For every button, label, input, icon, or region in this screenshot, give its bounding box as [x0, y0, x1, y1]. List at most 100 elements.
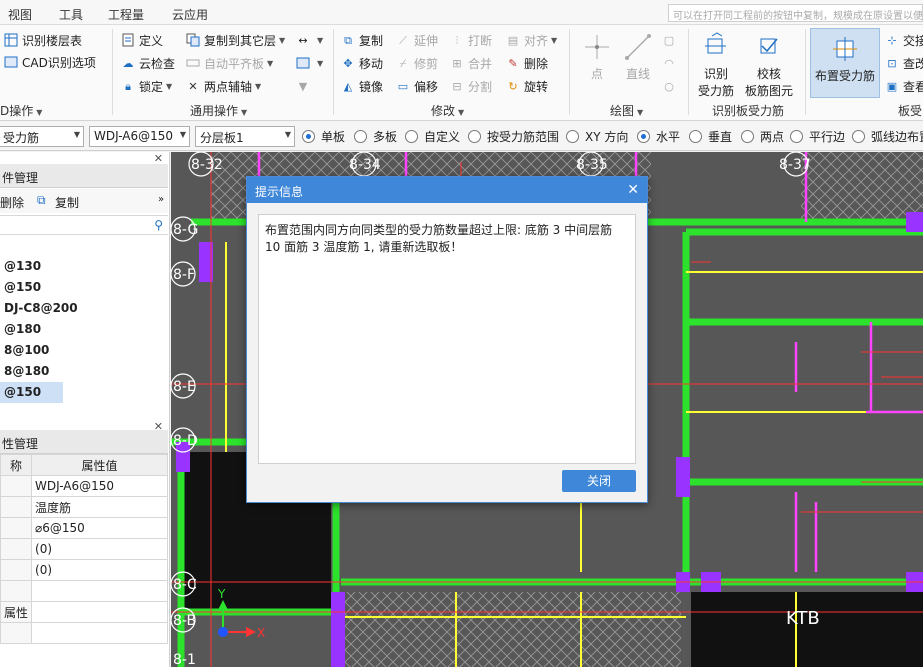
menu-tools[interactable]: 工具	[59, 6, 83, 23]
cloud-check-button[interactable]: ☁ 云检查	[121, 53, 176, 73]
close-icon[interactable]: ✕	[627, 182, 639, 198]
draw-point-button[interactable]: 点	[580, 33, 614, 83]
dimension-toggle-button[interactable]: ↔ ▼	[296, 30, 323, 50]
chevron-down-icon: ▼	[179, 130, 186, 139]
merge-button[interactable]: ⊞ 合并	[450, 53, 492, 73]
component-search-input[interactable]: ⚲	[0, 215, 168, 235]
copy-to-other-floor-button[interactable]: 复制到其它层 ▼	[186, 30, 285, 50]
radio-indicator	[468, 130, 481, 143]
menu-cloud[interactable]: 云应用	[172, 6, 208, 23]
layer-select[interactable]: 分层板1 ▼	[195, 126, 295, 147]
view-icon: ▣	[886, 79, 898, 93]
radio-arc-edge[interactable]: 弧线边布置	[852, 128, 923, 145]
info-dialog: 提示信息 ✕ 布置范围内同方向同类型的受力筋数量超过上限: 底筋 3 中间层筋 …	[246, 176, 648, 503]
two-point-axis-button[interactable]: ✕ 两点辅轴 ▼	[186, 76, 261, 96]
cross-rebar-button[interactable]: ⊹ 交接	[885, 30, 923, 50]
property-panel-title: 性管理	[0, 430, 168, 454]
layer-view-button[interactable]: ▼	[296, 53, 323, 73]
table-row[interactable]: WDJ-A6@150	[0, 475, 168, 497]
cad-options-button[interactable]: CAD识别选项	[4, 52, 96, 72]
table-row[interactable]: 温度筋	[0, 496, 168, 518]
table-row[interactable]	[0, 622, 168, 644]
align-button[interactable]: ▤ 对齐 ▼	[506, 30, 557, 50]
radio-indicator	[637, 130, 650, 143]
trim-button[interactable]: ⌿ 修剪	[396, 53, 438, 73]
table-row[interactable]: (0)	[0, 538, 168, 560]
radio-two-point[interactable]: 两点	[741, 128, 784, 145]
point-icon	[585, 35, 609, 59]
split-button[interactable]: ⊟ 分割	[450, 76, 492, 96]
group-label-extra: 板受	[898, 104, 923, 118]
search-icon[interactable]: ⚲	[154, 218, 163, 232]
table-row[interactable]: (0)	[0, 559, 168, 581]
component-type-select[interactable]: 受力筋 ▼	[0, 126, 84, 147]
axis-label: 8-E	[173, 379, 196, 395]
menu-quantity[interactable]: 工程量	[108, 6, 144, 23]
group-label-modify[interactable]: 修改 ▼	[431, 102, 464, 119]
recognize-floor-table-button[interactable]: 识别楼层表	[4, 30, 82, 50]
rectangle-icon: ▢	[663, 33, 675, 47]
list-item[interactable]: @130	[0, 256, 168, 277]
axis-label: 8-B	[173, 613, 196, 629]
radio-single-slab[interactable]: 单板	[302, 128, 345, 145]
split-icon: ⊟	[452, 79, 462, 93]
group-label-cad[interactable]: D操作 ▼	[0, 102, 42, 119]
axis-label: 8-32	[191, 157, 223, 173]
menu-view[interactable]: 视图	[8, 6, 32, 23]
radio-parallel-edge[interactable]: 平行边	[790, 128, 845, 145]
rotate-button[interactable]: ↻ 旋转	[506, 76, 548, 96]
list-item[interactable]: 8@100	[0, 340, 168, 361]
trim-icon: ⌿	[399, 56, 407, 70]
move-button[interactable]: ✥ 移动	[341, 53, 383, 73]
list-item[interactable]: 8@180	[0, 361, 168, 382]
radio-by-rebar-range[interactable]: 按受力筋范围	[468, 128, 559, 145]
table-row[interactable]	[0, 580, 168, 602]
draw-rect-button[interactable]: ▢	[662, 30, 680, 50]
double-chevron-right-icon[interactable]: »	[158, 194, 164, 205]
query-edit-button[interactable]: ⊡ 查改	[885, 53, 923, 73]
delete-button[interactable]: ✎ 删除	[506, 53, 548, 73]
axis-label: 8-1	[173, 652, 196, 667]
extend-button[interactable]: ⟋ 延伸	[396, 30, 438, 50]
recognize-rebar-icon	[705, 32, 726, 54]
chevron-down-icon: ▼	[73, 130, 80, 139]
radio-xy-direction[interactable]: XY 方向	[566, 128, 628, 145]
draw-arc-button[interactable]: ◠	[662, 53, 680, 73]
lock-button[interactable]: 🔒︎ 锁定 ▼	[121, 76, 172, 96]
place-rebar-icon	[833, 37, 857, 61]
copy-component-button[interactable]: 复制	[55, 194, 79, 211]
list-item[interactable]: @150	[0, 277, 168, 298]
close-button[interactable]: 关闭	[562, 470, 636, 492]
radio-horizontal[interactable]: 水平	[637, 128, 680, 145]
list-item[interactable]: DJ-C8@200	[0, 298, 168, 319]
property-table: 称 属性值 WDJ-A6@150 温度筋 ⌀6@150 (0) (0) 属性	[0, 454, 168, 644]
table-row[interactable]: ⌀6@150	[0, 517, 168, 539]
list-item[interactable]: @180	[0, 319, 168, 340]
view-button[interactable]: ▣ 查看	[885, 76, 923, 96]
radio-custom[interactable]: 自定义	[405, 128, 460, 145]
offset-button[interactable]: ▭ 偏移	[396, 76, 438, 96]
place-rebar-button[interactable]: 布置受力筋	[810, 28, 880, 98]
auto-align-slab-button[interactable]: 自动平齐板 ▼	[186, 53, 273, 73]
mirror-button[interactable]: ◭ 镜像	[341, 76, 383, 96]
close-icon[interactable]: ✕	[154, 152, 163, 165]
check-rebar-button[interactable]: 校核 板筋图元	[742, 31, 796, 100]
radio-multi-slab[interactable]: 多板	[354, 128, 397, 145]
axis-label: 8-C	[173, 577, 197, 593]
dialog-title-bar[interactable]: 提示信息	[247, 177, 647, 203]
define-button[interactable]: 定义	[121, 30, 163, 50]
recognize-rebar-button[interactable]: 识别 受力筋	[694, 31, 738, 100]
draw-line-button[interactable]: 直线	[620, 33, 656, 83]
draw-circle-button[interactable]: ○	[662, 76, 680, 96]
list-item-selected[interactable]: @150	[0, 382, 63, 403]
table-row[interactable]: 属性	[0, 601, 168, 623]
radio-vertical[interactable]: 垂直	[689, 128, 732, 145]
filter-button[interactable]: ▼	[296, 76, 314, 96]
group-label-draw[interactable]: 绘图 ▼	[610, 102, 643, 119]
delete-component-button[interactable]: 删除	[0, 194, 24, 211]
break-button[interactable]: ⫶ 打断	[450, 30, 492, 50]
chevron-down-icon: ▼	[284, 130, 291, 139]
group-label-general[interactable]: 通用操作 ▼	[190, 102, 247, 119]
copy-button[interactable]: ⧉ 复制	[341, 30, 383, 50]
component-name-select[interactable]: WDJ-A6@150 ▼	[89, 126, 190, 147]
